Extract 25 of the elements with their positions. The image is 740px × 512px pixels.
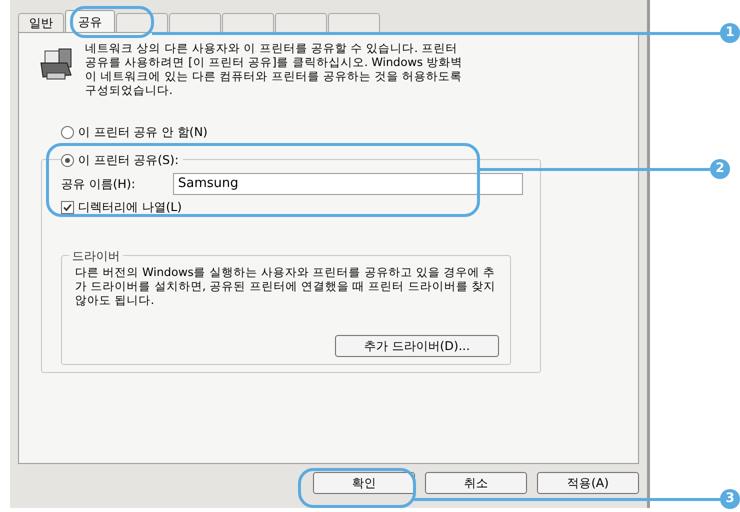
cancel-button[interactable]: 취소: [425, 472, 527, 494]
tab[interactable]: [275, 13, 327, 32]
tab[interactable]: 일반: [18, 13, 64, 32]
sharing-description: 네트워크 상의 다른 사용자와 이 프린터를 공유할 수 있습니다. 프린터 공유를 사용하려면 [이 프린터 공유]를 클릭하십시오. Windows 방화벽이 네트워크에 있는 다른 컴퓨터와 프린터를 공유하는 것을 허용하도록 구성되었습니다.: [85, 41, 464, 97]
checkbox-label: 디렉터리에 나열(L): [78, 199, 182, 216]
tab[interactable]: 공유: [65, 10, 115, 32]
callout-number: 2: [710, 159, 730, 179]
tab[interactable]: [116, 13, 168, 32]
radio-button[interactable]: [61, 126, 74, 138]
callout-number: 1: [720, 23, 740, 43]
additional-drivers-button[interactable]: 추가 드라이버(D)...: [335, 335, 499, 357]
radio-button[interactable]: [61, 154, 74, 166]
share-name-value: Samsung: [178, 175, 238, 194]
drivers-description: 다른 버전의 Windows를 실행하는 사용자와 프린터를 공유하고 있을 경우에 추가 드라이버를 설치하면, 공유된 프린터에 연결했을 때 프린터 드라이버를 찾지 않아도 됩니다.: [75, 265, 497, 307]
radio-label: 이 프린터 공유(S):: [78, 152, 179, 169]
share-name-label: 공유 이름(H):: [61, 176, 136, 193]
tab[interactable]: [328, 13, 380, 32]
apply-button[interactable]: 적용(A): [537, 472, 639, 494]
callout-number: 3: [720, 489, 740, 509]
ok-button[interactable]: 확인: [313, 472, 415, 494]
share-name-field[interactable]: Samsung: [173, 173, 523, 195]
radio-label: 이 프린터 공유 안 함(N): [78, 124, 208, 141]
tab[interactable]: [222, 13, 274, 32]
tab[interactable]: [169, 13, 221, 32]
checkbox[interactable]: [61, 200, 74, 214]
